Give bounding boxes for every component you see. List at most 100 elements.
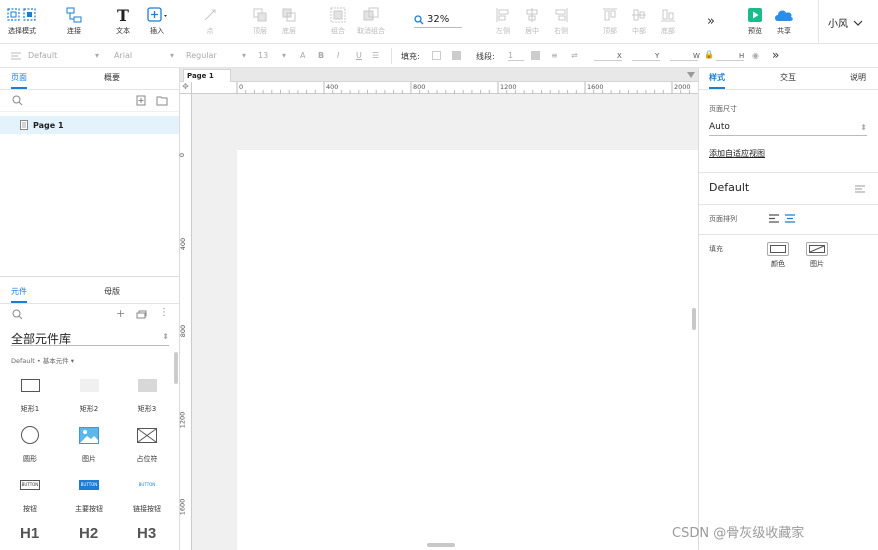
share-button[interactable]: 共享	[762, 6, 806, 36]
canvas-page[interactable]	[237, 150, 698, 550]
widget-h2[interactable]: H2	[79, 525, 98, 542]
widget-rectangle3[interactable]: 矩形3	[122, 374, 172, 414]
page-list-item[interactable]: Page 1	[0, 116, 179, 134]
lock-icon[interactable]: 🔒	[704, 50, 714, 59]
align-bottom-button[interactable]: 底部	[646, 6, 690, 36]
panel-divider	[0, 276, 179, 277]
zoom-control[interactable]: 32%	[414, 14, 462, 28]
select-mode-label: 选择模式	[8, 27, 36, 35]
tab-pages[interactable]: 页面	[11, 72, 27, 89]
tab-interaction[interactable]: 交互	[780, 72, 796, 87]
canvas-horizontal-scrollbar[interactable]	[427, 543, 455, 547]
widget-placeholder[interactable]: 占位符	[122, 424, 172, 464]
visibility-icon[interactable]: ◉	[752, 51, 759, 60]
ungroup-button[interactable]: 取消组合	[349, 6, 393, 36]
widget-rectangle2[interactable]: 矩形2	[64, 374, 114, 414]
align-right-button[interactable]: 右侧	[539, 6, 583, 36]
fill-image-label: 图片	[810, 260, 824, 268]
pages-tabs: 页面 概要	[0, 68, 179, 90]
canvas-vertical-scrollbar[interactable]	[692, 308, 696, 330]
tab-menu-icon[interactable]	[687, 72, 695, 78]
page-size-select[interactable]: Auto ⬍	[709, 122, 867, 136]
widget-link-button[interactable]: BUTTON 链接按钮	[122, 474, 172, 514]
more-format-icon[interactable]: »	[772, 48, 779, 62]
format-bar: Default ▾ Arial ▾ Regular ▾ 13 ▾ A B I U…	[0, 44, 878, 68]
underline-icon[interactable]: U	[356, 51, 362, 60]
weight-select[interactable]: Regular	[186, 51, 217, 60]
fill-color-label: 颜色	[771, 260, 785, 268]
add-adaptive-view-link[interactable]: 添加自适应视图	[709, 148, 765, 159]
w-input[interactable]	[670, 60, 698, 61]
x-label: X	[617, 52, 622, 60]
ruler-top-2000: 2000	[674, 83, 691, 91]
inspector-pane: 样式 交互 说明 页面尺寸 Auto ⬍ 添加自适应视图 Default 页面排…	[698, 68, 878, 550]
select-mode-button[interactable]: 选择模式	[0, 6, 44, 36]
style-select[interactable]: Default	[28, 51, 57, 60]
point-button[interactable]: 点	[188, 6, 232, 36]
zoom-value: 32%	[427, 14, 450, 25]
size-dropdown-icon[interactable]: ▾	[282, 51, 286, 60]
tab-page1[interactable]: Page 1	[183, 69, 231, 82]
align-page-center-icon[interactable]	[785, 214, 795, 223]
library-copy-icon[interactable]	[136, 310, 147, 319]
align-page-left-icon[interactable]	[769, 214, 779, 223]
bold-icon[interactable]: B	[318, 51, 324, 60]
widget-button[interactable]: BUTTON 按钮	[5, 474, 55, 514]
widget-image[interactable]: 图片	[64, 424, 114, 464]
line-color-swatch[interactable]	[531, 51, 540, 60]
ruler-left: 0 400 800 1200 1600	[178, 94, 192, 550]
connect-button[interactable]: 连接	[52, 6, 96, 36]
user-menu[interactable]: 小风	[828, 15, 864, 30]
insert-button[interactable]: 插入	[135, 6, 179, 36]
widget-primary-button[interactable]: BUTTON 主要按钮	[64, 474, 114, 514]
more-tools-icon[interactable]: »	[707, 14, 715, 29]
widget-label: 按钮	[23, 505, 37, 513]
add-page-icon[interactable]	[136, 95, 146, 106]
left-pane: 页面 概要 Page 1 元件 母版 + ⋮ 全部元件库 ⬍ Default •…	[0, 68, 180, 550]
search-icon[interactable]	[12, 95, 23, 106]
style-manage-icon[interactable]	[854, 184, 866, 194]
font-dropdown-icon[interactable]: ▾	[170, 51, 174, 60]
library-menu-icon[interactable]: ⋮	[159, 307, 169, 318]
y-input[interactable]	[632, 60, 660, 61]
fill-color-swatch[interactable]	[432, 51, 441, 60]
italic-icon[interactable]: I	[337, 51, 339, 60]
tab-widgets[interactable]: 元件	[11, 286, 27, 303]
tab-outline[interactable]: 概要	[104, 72, 120, 87]
library-breadcrumb[interactable]: Default • 基本元件 ▾	[11, 355, 74, 365]
style-dropdown-icon[interactable]: ▾	[95, 51, 99, 60]
h-label: H	[739, 52, 745, 60]
tab-masters[interactable]: 母版	[104, 286, 120, 301]
widget-label: 占位符	[136, 455, 158, 463]
line-width-input[interactable]: 1	[508, 51, 524, 61]
canvas-area: Page 1 0 400 800 1200 1600 2000 0 400 80…	[178, 68, 698, 550]
fill-shadow-swatch[interactable]	[452, 51, 461, 60]
list-icon[interactable]: ☰	[372, 51, 379, 60]
line-arrow-icon[interactable]: ⇌	[571, 51, 578, 60]
ungroup-label: 取消组合	[357, 27, 385, 35]
h-input[interactable]	[716, 60, 744, 61]
library-select[interactable]: 全部元件库 ⬍	[11, 330, 169, 346]
line-style-icon[interactable]: ≡	[551, 51, 558, 60]
weight-dropdown-icon[interactable]: ▾	[242, 51, 246, 60]
fill-color-button[interactable]	[767, 242, 789, 256]
widget-h1[interactable]: H1	[20, 525, 39, 542]
x-input[interactable]	[594, 60, 622, 61]
ruler-corner-icon[interactable]: ✥	[180, 82, 192, 94]
widget-rectangle1[interactable]: 矩形1	[5, 374, 55, 414]
add-library-icon[interactable]: +	[116, 307, 125, 320]
font-select[interactable]: Arial	[114, 51, 132, 60]
tab-style[interactable]: 样式	[709, 72, 725, 89]
library-search-icon[interactable]	[12, 309, 23, 320]
ruler-top-0: 0	[239, 83, 244, 91]
tab-notes[interactable]: 说明	[850, 72, 866, 87]
fill-image-button[interactable]	[806, 242, 828, 256]
library-scrollbar[interactable]	[174, 352, 178, 384]
size-select[interactable]: 13	[258, 51, 268, 60]
widget-label: 矩形3	[137, 405, 157, 413]
widget-circle[interactable]: 圆形	[5, 424, 55, 464]
add-folder-icon[interactable]	[156, 95, 168, 106]
text-color-icon[interactable]: A	[300, 51, 305, 60]
bottom-layer-button[interactable]: 底层	[267, 6, 311, 36]
widget-h3[interactable]: H3	[137, 525, 156, 542]
